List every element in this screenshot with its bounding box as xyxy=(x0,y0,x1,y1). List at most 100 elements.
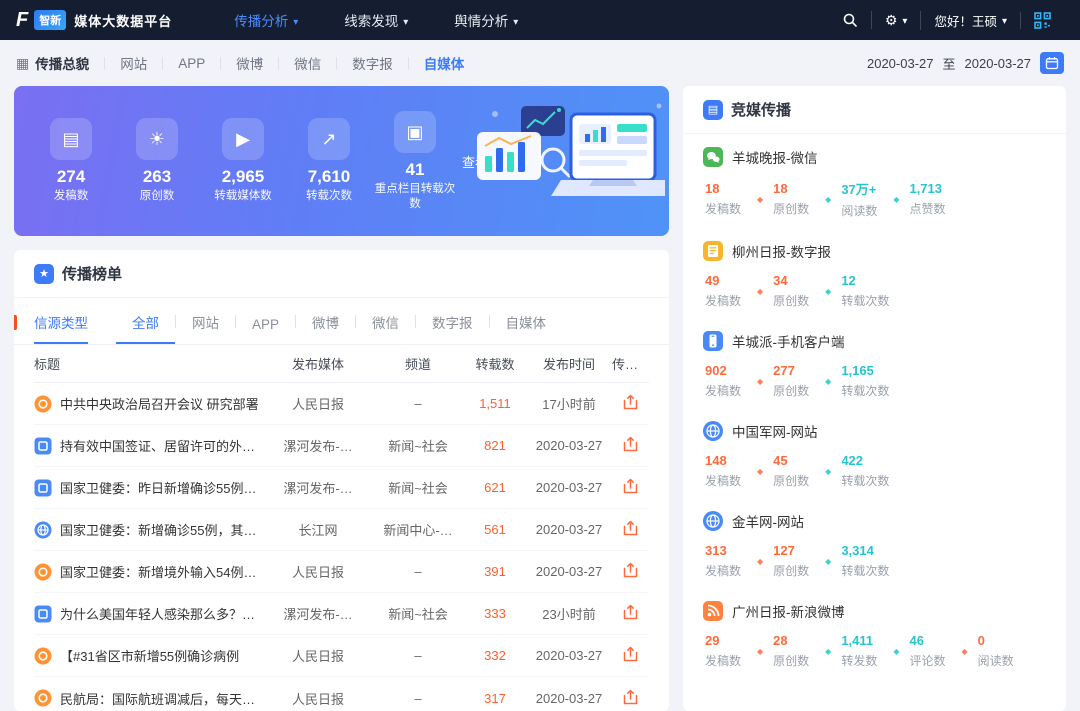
digital-paper-icon xyxy=(703,241,723,261)
tab-digital-paper[interactable]: 数字报 xyxy=(337,53,408,73)
filter-self-media[interactable]: 自媒体 xyxy=(490,312,563,344)
tab-overview[interactable]: ▦ 传播总貌 xyxy=(16,53,104,73)
publish-media: 长江网 xyxy=(264,520,372,539)
competitor-item: 羊城晚报-微信 18发稿数 18原创数 37万+阅读数 1,713点赞数 xyxy=(683,134,1066,228)
article-title[interactable]: 【#31省区市新增55例确诊病例 xyxy=(60,646,239,665)
stat-value: 41 xyxy=(406,160,425,180)
settings-button[interactable]: ⚙ xyxy=(871,11,921,29)
stat-originals: ☀ 263 原创数 xyxy=(114,118,200,203)
table-row[interactable]: 中共中央政治局召开会议 研究部署 人民日报 – 1,511 17小时前 xyxy=(34,383,649,425)
date-from[interactable]: 2020-03-27 xyxy=(867,56,934,71)
calendar-icon xyxy=(1045,56,1059,70)
menu-item-spread-analysis[interactable]: 传播分析 xyxy=(234,10,298,30)
table-row[interactable]: 国家卫健委：昨日新增确诊55例… 漯河发布-… 新闻~社会 621 2020-0… xyxy=(34,467,649,509)
tab-app[interactable]: APP xyxy=(163,56,220,71)
stat-value: 46 xyxy=(909,633,951,648)
stat-label: 转载媒体数 xyxy=(214,189,272,203)
stat-value: 148 xyxy=(705,453,747,468)
filter-website[interactable]: 网站 xyxy=(176,312,235,344)
article-title[interactable]: 中共中央政治局召开会议 研究部署 xyxy=(60,394,259,413)
stat-value: 1,713 xyxy=(909,181,951,196)
stat-label: 发稿数 xyxy=(705,472,747,489)
article-title[interactable]: 国家卫健委：新增确诊55例，其… xyxy=(60,520,256,539)
table-row[interactable]: 国家卫健委：新增确诊55例，其… 长江网 新闻中心-… 561 2020-03-… xyxy=(34,509,649,551)
tab-self-media[interactable]: 自媒体 xyxy=(409,53,480,73)
competitor-name[interactable]: 柳州日报-数字报 xyxy=(732,241,831,261)
table-row[interactable]: 国家卫健委：新增境外输入54例… 人民日报 – 391 2020-03-27 xyxy=(34,551,649,593)
filter-digital-paper[interactable]: 数字报 xyxy=(416,312,489,344)
source-type-filter-row: 信源类型 全部 网站 APP 微博 微信 数字报 自媒体 xyxy=(14,298,669,345)
logo-f-mark: F xyxy=(16,10,28,30)
spread-analysis-button[interactable] xyxy=(623,394,638,410)
article-title[interactable]: 国家卫健委：昨日新增确诊55例… xyxy=(60,478,256,497)
competitor-card-title: 竞媒传播 xyxy=(731,99,791,120)
spread-analysis-button[interactable] xyxy=(623,436,638,452)
app-icon xyxy=(34,479,52,497)
chevron-down-icon xyxy=(513,13,518,28)
publish-time: 23小时前 xyxy=(526,604,612,623)
publish-time: 2020-03-27 xyxy=(526,480,612,495)
overview-icon: ▦ xyxy=(16,55,29,72)
diamond-icon xyxy=(961,647,967,656)
competitor-name[interactable]: 金羊网-网站 xyxy=(732,511,804,531)
channel: – xyxy=(372,691,464,706)
section-tabs: ▦ 传播总貌 网站 APP 微博 微信 数字报 自媒体 xyxy=(16,53,479,73)
spread-analysis-button[interactable] xyxy=(623,478,638,494)
article-title[interactable]: 民航局：国际航班调减后，每天… xyxy=(60,689,255,708)
main-content: ▤ 274 发稿数 ☀ 263 原创数 ▶ 2,965 转载媒体数 ↗ 7,61… xyxy=(0,86,1080,711)
table-header-row: 标题 发布媒体 频道 转载数 发布时间 传播分析 xyxy=(34,345,649,383)
filter-wechat[interactable]: 微信 xyxy=(356,312,415,344)
qr-code-icon xyxy=(1034,12,1051,29)
filter-weibo[interactable]: 微博 xyxy=(296,312,355,344)
table-row[interactable]: 持有效中国签证、居留许可的外… 漯河发布-… 新闻~社会 821 2020-03… xyxy=(34,425,649,467)
tab-wechat[interactable]: 微信 xyxy=(279,53,336,73)
website-icon xyxy=(703,421,723,441)
stat-label: 评论数 xyxy=(909,652,951,669)
stat-label: 阅读数 xyxy=(978,652,1020,669)
competitor-name[interactable]: 羊城晚报-微信 xyxy=(732,147,818,167)
source-type-label[interactable]: 信源类型 xyxy=(34,312,88,344)
competitor-item: 柳州日报-数字报 49发稿数 34原创数 12转载次数 xyxy=(683,228,1066,318)
diamond-icon xyxy=(757,377,763,386)
stat-value: 18 xyxy=(773,181,815,196)
menu-label: 舆情分析 xyxy=(454,10,508,30)
article-title[interactable]: 国家卫健委：新增境外输入54例… xyxy=(60,562,256,581)
logo[interactable]: F 智新 媒体大数据平台 xyxy=(16,10,234,30)
platform-name: 媒体大数据平台 xyxy=(74,11,172,30)
menu-item-sentiment-analysis[interactable]: 舆情分析 xyxy=(454,10,518,30)
table-row[interactable]: 为什么美国年轻人感染那么多？… 漯河发布-… 新闻~社会 333 23小时前 xyxy=(34,593,649,635)
chevron-down-icon xyxy=(1002,11,1007,29)
table-row[interactable]: 民航局：国际航班调减后，每天… 人民日报 – 317 2020-03-27 xyxy=(34,677,649,711)
menu-item-clue-discovery[interactable]: 线索发现 xyxy=(344,10,408,30)
channel: – xyxy=(372,564,464,579)
repost-count: 621 xyxy=(464,480,526,495)
competitor-name[interactable]: 广州日报-新浪微博 xyxy=(732,601,845,621)
competitor-name[interactable]: 羊城派-手机客户端 xyxy=(732,331,845,351)
tab-label: 传播总貌 xyxy=(35,53,89,73)
spread-analysis-button[interactable] xyxy=(623,689,638,705)
stat-value: 313 xyxy=(705,543,747,558)
article-title[interactable]: 持有效中国签证、居留许可的外… xyxy=(60,436,255,455)
tab-website[interactable]: 网站 xyxy=(105,53,162,73)
tab-weibo[interactable]: 微博 xyxy=(221,53,278,73)
qr-code-button[interactable] xyxy=(1020,12,1064,29)
filter-all[interactable]: 全部 xyxy=(116,312,175,344)
competitor-name[interactable]: 中国军网-网站 xyxy=(732,421,818,441)
table-row[interactable]: 【#31省区市新增55例确诊病例 人民日报 – 332 2020-03-27 xyxy=(34,635,649,677)
publish-media: 人民日报 xyxy=(264,646,372,665)
spread-analysis-button[interactable] xyxy=(623,520,638,536)
spread-analysis-button[interactable] xyxy=(623,562,638,578)
stat-label: 转发数 xyxy=(841,652,883,669)
spread-analysis-button[interactable] xyxy=(623,646,638,662)
calendar-button[interactable] xyxy=(1040,52,1064,74)
competitor-stats: 902发稿数 277原创数 1,165转载次数 xyxy=(703,363,1046,399)
filter-app[interactable]: APP xyxy=(236,317,295,344)
search-button[interactable] xyxy=(829,12,871,28)
user-menu[interactable]: 您好！王硕 xyxy=(920,11,1020,30)
forward-arrow-icon: ↗ xyxy=(308,118,350,160)
article-title[interactable]: 为什么美国年轻人感染那么多？… xyxy=(60,604,255,623)
stat-value: 274 xyxy=(57,167,85,187)
date-range-picker[interactable]: 2020-03-27 至 2020-03-27 xyxy=(867,52,1064,74)
date-to[interactable]: 2020-03-27 xyxy=(965,56,1032,71)
spread-analysis-button[interactable] xyxy=(623,604,638,620)
